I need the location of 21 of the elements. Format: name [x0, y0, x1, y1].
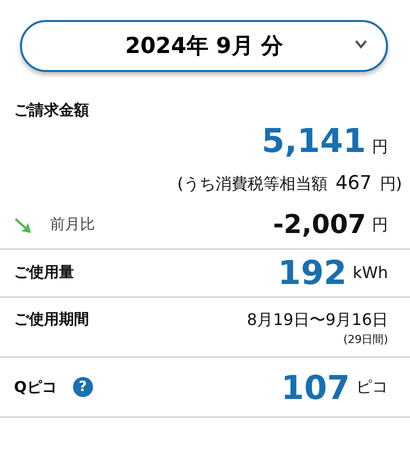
- billing-amount: 5,141: [262, 124, 366, 157]
- period-label: ご使用期間: [14, 308, 89, 330]
- month-selector[interactable]: 2024年 9月 分: [20, 20, 388, 72]
- caret-icon: [354, 38, 368, 50]
- period-days: (29日間): [343, 332, 388, 348]
- billing-label: ご請求金額: [14, 101, 89, 119]
- comparison-amount: -2,007: [272, 212, 366, 238]
- tax-amount: 467: [335, 171, 372, 196]
- usage-label: ご使用量: [14, 262, 74, 284]
- help-button[interactable]: ?: [72, 377, 93, 397]
- points-unit: ピコ: [356, 376, 388, 398]
- currency-unit: 円): [380, 173, 402, 195]
- points-label: Qピコ: [14, 376, 57, 398]
- period-range: 8月19日〜9月16日: [246, 308, 388, 330]
- comparison-label: 前月比: [50, 214, 95, 236]
- currency-unit: 円: [372, 136, 388, 158]
- tax-label: (うち消費税等相当額: [177, 173, 328, 195]
- currency-unit: 円: [372, 214, 388, 236]
- usage-unit: kWh: [352, 262, 388, 284]
- points-amount: 107: [281, 370, 350, 404]
- usage-amount: 192: [278, 256, 347, 289]
